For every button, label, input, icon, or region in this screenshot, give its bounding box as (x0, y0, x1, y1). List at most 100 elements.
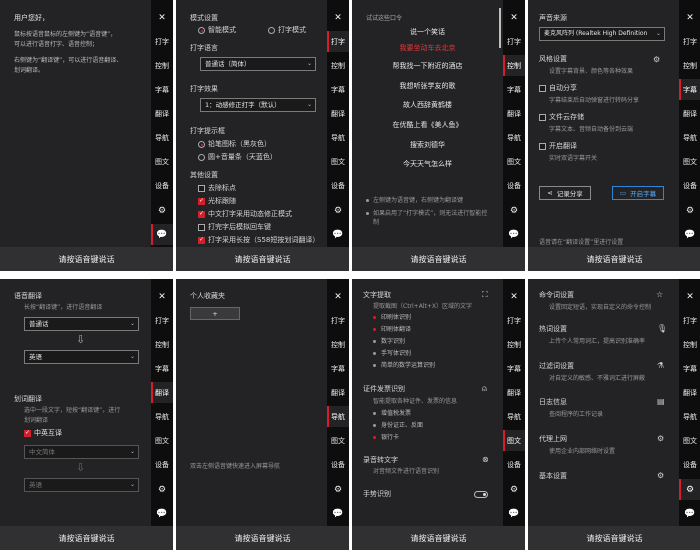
close-icon[interactable]: ✕ (679, 286, 700, 307)
person-icon[interactable]: ⍝ (482, 384, 487, 393)
gear-icon[interactable]: ⚙ (151, 200, 173, 221)
word-target-select[interactable]: 英语 ⌄ (24, 478, 139, 492)
command-item[interactable]: 故人西辞黄鹤楼 (352, 101, 503, 110)
checkbox-enter-key[interactable] (198, 224, 205, 231)
close-icon[interactable]: ✕ (327, 286, 349, 307)
add-favorite-button[interactable]: + (190, 307, 240, 320)
tab-subtitle[interactable]: 字幕 (151, 79, 173, 100)
gear-icon[interactable]: ⚙ (679, 200, 700, 221)
checkbox-open-translate[interactable] (539, 143, 546, 150)
command-item-active[interactable]: 我要坐动车去北京 (352, 44, 503, 53)
tab-image-text[interactable]: 图文 (679, 430, 700, 451)
radio-pencil[interactable] (198, 141, 205, 148)
tab-device[interactable]: 设备 (503, 175, 525, 196)
tab-image-text[interactable]: 图文 (327, 430, 349, 451)
gear-icon[interactable]: ⚙ (653, 55, 660, 64)
chat-icon[interactable]: 💬 (151, 503, 173, 524)
tab-navigation[interactable]: 导航 (327, 127, 349, 148)
tab-image-text[interactable]: 图文 (503, 430, 525, 451)
tab-subtitle[interactable]: 字幕 (327, 79, 349, 100)
gear-icon[interactable]: ⚙ (327, 479, 349, 500)
tab-device[interactable]: 设备 (327, 175, 349, 196)
gear-icon[interactable]: ⚙ (503, 479, 525, 500)
voice-key-bar[interactable]: 请按语音键说话 (352, 247, 525, 271)
effect-select[interactable]: 1：动感修正打字（默认） ⌄ (200, 98, 316, 112)
checkbox-dynamic-fix[interactable] (198, 210, 205, 218)
voice-key-bar[interactable]: 请按语音键说话 (0, 526, 173, 550)
log-icon[interactable]: ▤ (657, 397, 665, 406)
gesture-toggle[interactable] (474, 491, 488, 498)
tab-subtitle[interactable]: 字幕 (679, 79, 700, 100)
tab-translate[interactable]: 翻译 (151, 382, 173, 403)
close-icon[interactable]: ✕ (151, 286, 173, 307)
microphone-icon[interactable]: 🎙 (657, 324, 667, 333)
source-lang-select[interactable]: 普通话 ⌄ (24, 317, 139, 331)
word-source-select[interactable]: 中文简体 ⌄ (24, 445, 139, 459)
tab-navigation[interactable]: 导航 (679, 406, 700, 427)
tab-control[interactable]: 控制 (151, 334, 173, 355)
tab-device[interactable]: 设备 (503, 454, 525, 475)
voice-key-bar[interactable]: 请按语音键说话 (352, 526, 525, 550)
tab-image-text[interactable]: 图文 (151, 430, 173, 451)
tab-subtitle[interactable]: 字幕 (503, 79, 525, 100)
tab-translate[interactable]: 翻译 (679, 382, 700, 403)
tab-navigation[interactable]: 导航 (327, 406, 349, 427)
tab-subtitle[interactable]: 字幕 (679, 358, 700, 379)
tab-typing[interactable]: 打字 (679, 31, 700, 52)
filter-icon[interactable]: ⚗ (657, 361, 664, 370)
tab-subtitle[interactable]: 字幕 (503, 358, 525, 379)
tab-navigation[interactable]: 导航 (151, 127, 173, 148)
command-item[interactable]: 搜索刘德华 (352, 141, 503, 150)
screenshot-icon[interactable]: ⛶ (482, 290, 488, 299)
tab-device[interactable]: 设备 (679, 175, 700, 196)
tab-navigation[interactable]: 导航 (503, 127, 525, 148)
tab-typing[interactable]: 打字 (503, 310, 525, 331)
command-item[interactable]: 在优酷上看《美人鱼》 (352, 121, 503, 130)
tab-device[interactable]: 设备 (679, 454, 700, 475)
tab-translate[interactable]: 翻译 (151, 103, 173, 124)
voice-key-bar[interactable]: 请按语音键说话 (528, 247, 700, 271)
tab-control[interactable]: 控制 (679, 55, 700, 76)
close-icon[interactable]: ✕ (503, 286, 525, 307)
gear-icon[interactable]: ⚙ (657, 471, 664, 480)
tab-translate[interactable]: 翻译 (327, 103, 349, 124)
radio-circle[interactable] (198, 154, 205, 161)
checkbox-cursor-follow[interactable] (198, 197, 205, 205)
tab-control[interactable]: 控制 (151, 55, 173, 76)
chat-icon[interactable]: 💬 (151, 224, 173, 245)
chat-icon[interactable]: 💬 (679, 224, 700, 245)
close-icon[interactable]: ✕ (151, 7, 173, 28)
tab-typing[interactable]: 打字 (151, 31, 173, 52)
gear-icon[interactable]: ⚙ (327, 200, 349, 221)
tab-device[interactable]: 设备 (151, 454, 173, 475)
chat-icon[interactable]: 💬 (679, 503, 700, 524)
tab-translate[interactable]: 翻译 (327, 382, 349, 403)
close-icon[interactable]: ✕ (503, 7, 525, 28)
checkbox-file-save[interactable] (539, 114, 546, 121)
tab-image-text[interactable]: 图文 (503, 151, 525, 172)
gear-icon[interactable]: ⚙ (503, 200, 525, 221)
gear-icon[interactable]: ⚙ (679, 479, 700, 500)
radio-type-mode[interactable] (268, 27, 275, 34)
tab-navigation[interactable]: 导航 (679, 127, 700, 148)
gear-icon[interactable]: ⚙ (151, 479, 173, 500)
gear-icon[interactable]: ⚙ (657, 434, 664, 443)
command-item[interactable]: 今天天气怎么样 (352, 160, 503, 169)
close-icon[interactable]: ✕ (679, 7, 700, 28)
lang-select[interactable]: 普通话（简体） ⌄ (200, 57, 316, 71)
command-item[interactable]: 帮我找一下附近的酒店 (352, 62, 503, 71)
tab-navigation[interactable]: 导航 (151, 406, 173, 427)
voice-key-bar[interactable]: 请按语音键说话 (528, 526, 700, 550)
chat-icon[interactable]: 💬 (503, 503, 525, 524)
chat-icon[interactable]: 💬 (327, 224, 349, 245)
tab-typing[interactable]: 打字 (327, 310, 349, 331)
command-item[interactable]: 我想听张学友的歌 (352, 82, 503, 91)
tab-subtitle[interactable]: 字幕 (327, 358, 349, 379)
star-icon[interactable]: ☆ (656, 290, 663, 299)
tab-navigation[interactable]: 导航 (503, 406, 525, 427)
checkbox-long-press[interactable] (198, 236, 205, 244)
tab-control[interactable]: 控制 (503, 55, 525, 76)
tab-device[interactable]: 设备 (151, 175, 173, 196)
chat-icon[interactable]: 💬 (327, 503, 349, 524)
target-lang-select[interactable]: 英语 ⌄ (24, 350, 139, 364)
